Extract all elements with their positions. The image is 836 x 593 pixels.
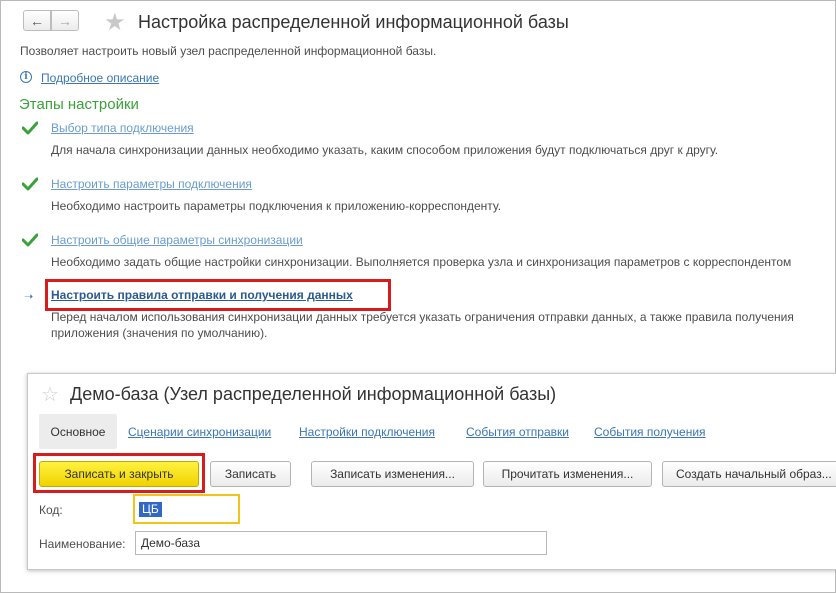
arrow-left-icon: ← — [30, 12, 44, 29]
page-title: Настройка распределенной информационной … — [138, 12, 569, 32]
step-connection-type-description: Для начала синхронизации данных необходи… — [51, 143, 719, 157]
step-transfer-rules-description-line1: Перед началом использования синхронизаци… — [51, 310, 794, 324]
save-button[interactable]: Записать — [210, 461, 291, 487]
checkmark-icon — [22, 121, 38, 135]
checkmark-icon — [22, 177, 38, 191]
read-changes-button[interactable]: Прочитать изменения... — [483, 461, 652, 487]
save-and-close-button[interactable]: Записать и закрыть — [39, 461, 199, 487]
forward-button[interactable]: → — [51, 10, 79, 31]
star-icon[interactable]: ★ — [104, 8, 126, 37]
steps-heading: Этапы настройки — [19, 96, 139, 113]
step-sync-params-link[interactable]: Настроить общие параметры синхронизации — [51, 233, 303, 247]
info-icon: i — [20, 71, 32, 83]
details-link[interactable]: Подробное описание — [41, 71, 159, 85]
current-step-arrow-icon: ➝ — [24, 291, 34, 303]
name-field[interactable] — [135, 531, 547, 555]
step-connection-params-link[interactable]: Настроить параметры подключения — [51, 177, 252, 191]
step-connection-params-description: Необходимо настроить параметры подключен… — [51, 199, 502, 213]
arrow-right-icon: → — [58, 12, 72, 29]
write-changes-button[interactable]: Записать изменения... — [311, 461, 474, 487]
form-title: Демо-база (Узел распределенной информаци… — [70, 384, 557, 404]
step-sync-params-description: Необходимо задать общие настройки синхро… — [51, 255, 792, 269]
create-initial-image-button[interactable]: Создать начальный образ... — [662, 461, 836, 487]
tab-connection-settings[interactable]: Настройки подключения — [299, 425, 435, 439]
star-icon[interactable]: ☆ — [41, 382, 59, 407]
back-button[interactable]: ← — [23, 10, 51, 31]
tab-sync-scenarios[interactable]: Сценарии синхронизации — [128, 425, 271, 439]
code-value[interactable]: ЦБ — [139, 502, 162, 517]
page-subtitle: Позволяет настроить новый узел распредел… — [20, 44, 437, 58]
step-transfer-rules-link[interactable]: Настроить правила отправки и получения д… — [51, 288, 353, 302]
tab-send-events[interactable]: События отправки — [466, 425, 569, 439]
tab-receive-events[interactable]: События получения — [594, 425, 706, 439]
checkmark-icon — [22, 233, 38, 247]
step-transfer-rules-description-line2: приложения (значения по умолчанию). — [51, 326, 268, 340]
step-connection-type-link[interactable]: Выбор типа подключения — [51, 121, 194, 135]
code-label: Код: — [39, 503, 63, 517]
name-label: Наименование: — [39, 537, 126, 551]
tab-main[interactable]: Основное — [39, 414, 117, 449]
